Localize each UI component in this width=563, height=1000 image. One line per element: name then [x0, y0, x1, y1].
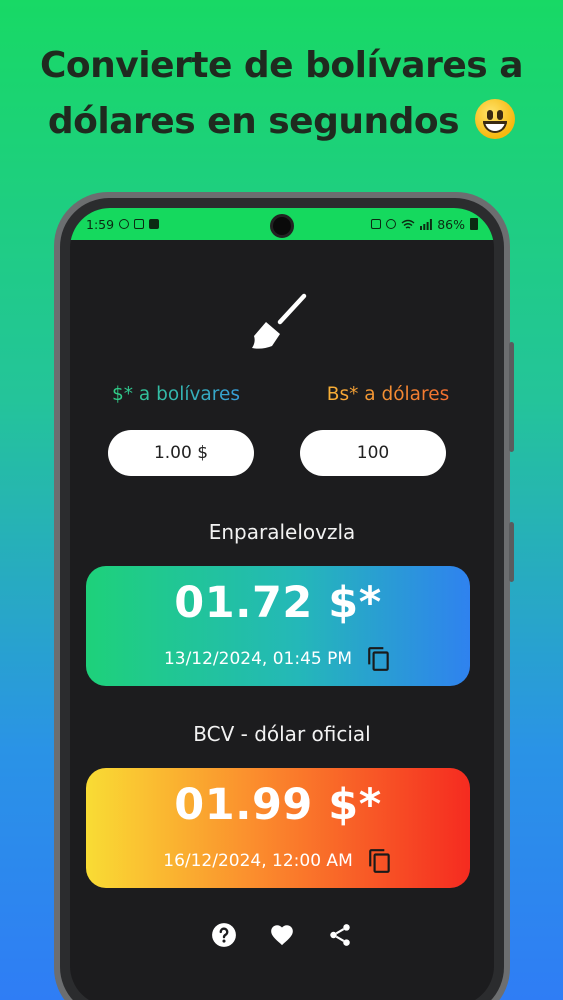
promo-headline: Convierte de bolívares a dólares en segu… — [0, 38, 563, 150]
parallel-rate-card: 01.72 $* 13/12/2024, 01:45 PM — [86, 566, 470, 686]
parallel-rate-date: 13/12/2024, 01:45 PM — [163, 649, 353, 669]
battery-icon — [470, 218, 478, 230]
battery-saver-icon — [371, 219, 382, 229]
copy-icon[interactable] — [366, 646, 392, 672]
parallel-rate-value: 01.72 $* — [174, 578, 382, 628]
app-screen: 1:59 86% $* a bolívares Bs* a dólares 1.… — [70, 208, 494, 1000]
sim-notification-icon — [134, 219, 145, 229]
bcv-rate-date: 16/12/2024, 12:00 AM — [163, 851, 353, 871]
headline-line-2-text: dólares en segundos — [47, 101, 460, 142]
alarm-icon — [386, 219, 397, 229]
headline-line-2: dólares en segundos — [0, 94, 563, 150]
parallel-rate-source: Enparalelovzla — [208, 520, 356, 544]
power-button — [509, 522, 514, 582]
wifi-icon — [401, 219, 415, 229]
heart-icon[interactable] — [269, 922, 295, 948]
b-notification-icon — [119, 219, 130, 229]
volume-button — [509, 342, 514, 452]
grinning-face-emoji-icon — [475, 99, 516, 139]
signal-icon — [420, 218, 433, 230]
battery-percent: 86% — [437, 216, 465, 232]
bs-to-usd-label: Bs* a dólares — [282, 384, 494, 405]
copy-icon[interactable] — [367, 848, 393, 874]
share-icon[interactable] — [327, 922, 353, 948]
bcv-rate-value: 01.99 $* — [174, 780, 382, 830]
broom-icon[interactable] — [242, 288, 312, 358]
checkbox-notification-icon — [149, 219, 160, 229]
headline-line-1: Convierte de bolívares a — [40, 45, 524, 86]
usd-to-bs-label: $* a bolívares — [70, 384, 282, 405]
bs-amount-input[interactable] — [300, 430, 446, 476]
usd-amount-input[interactable] — [108, 430, 254, 476]
front-camera — [270, 214, 294, 238]
help-icon[interactable] — [211, 922, 237, 948]
bcv-rate-source: BCV - dólar oficial — [193, 722, 371, 746]
phone-frame: 1:59 86% $* a bolívares Bs* a dólares 1.… — [54, 192, 514, 1000]
bcv-rate-card: 01.99 $* 16/12/2024, 12:00 AM — [86, 768, 470, 888]
status-time: 1:59 — [86, 216, 115, 232]
